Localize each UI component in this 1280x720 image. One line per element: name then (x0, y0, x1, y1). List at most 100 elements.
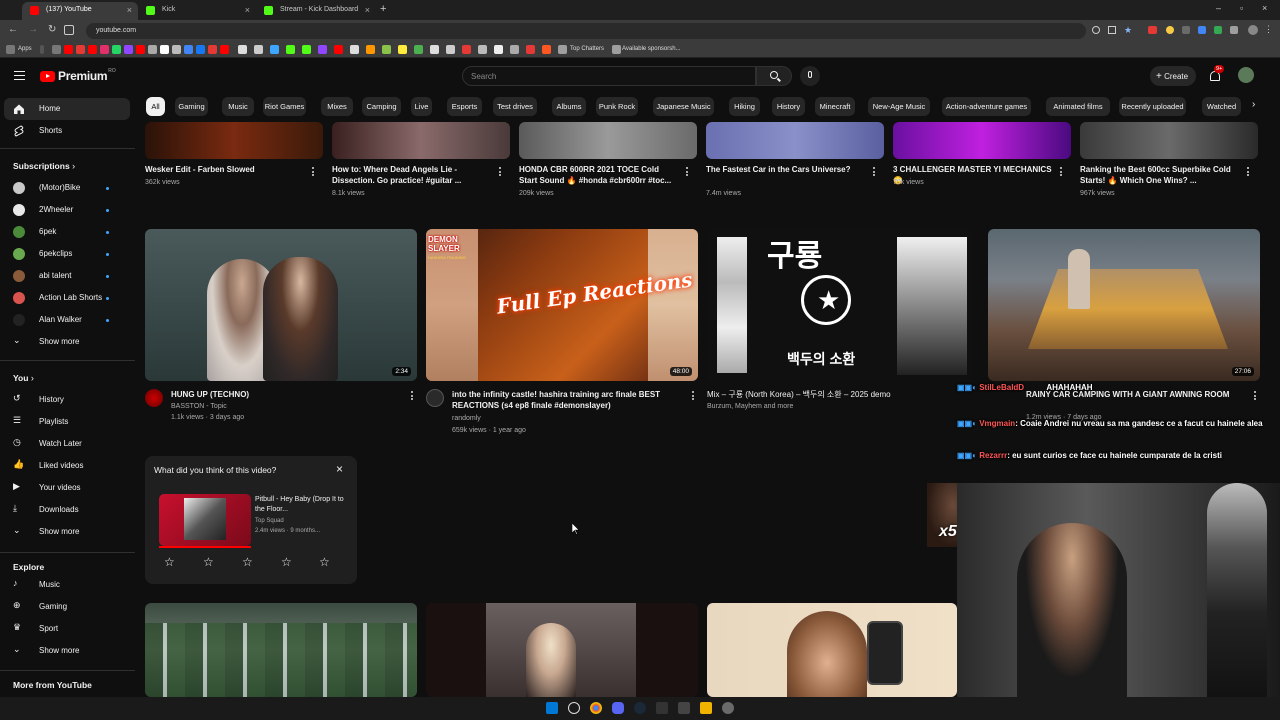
chip-live[interactable]: Live (411, 97, 432, 116)
bookmark-icon[interactable] (542, 45, 551, 54)
chip-recently-uploaded[interactable]: Recently uploaded (1119, 97, 1186, 116)
channel-name[interactable]: Burzum, Mayhem and more (707, 401, 793, 412)
video-thumbnail-demon-slayer[interactable]: DEMON SLAYER HASHIRA TRAINING Full Ep Re… (426, 229, 698, 381)
maximize-icon[interactable]: ▫ (1240, 3, 1243, 13)
video-title[interactable]: Wesker Edit - Farben Slowed (145, 164, 305, 175)
apps-grid-icon[interactable] (6, 45, 15, 54)
app-icon[interactable] (678, 702, 690, 714)
video-title[interactable]: How to: Where Dead Angels Lie - Dissecti… (332, 164, 492, 186)
chip-punk-rock[interactable]: Punk Rock (596, 97, 638, 116)
chips-next-chevron-icon[interactable]: › (1252, 99, 1255, 110)
tab-kick-dashboard[interactable]: Stream - Kick Dashboard × (256, 2, 376, 20)
close-tab-icon[interactable]: × (127, 5, 132, 15)
video-thumbnail-short[interactable] (426, 603, 698, 697)
bookmark-icon[interactable] (382, 45, 391, 54)
bookmark-icon[interactable] (88, 45, 97, 54)
more-options-icon[interactable] (312, 166, 315, 177)
extension-icon[interactable] (1198, 26, 1206, 34)
channel-name[interactable]: randomly (452, 413, 481, 424)
sidebar-item-sport[interactable]: ♛ Sport (0, 618, 135, 640)
bookmark-icon[interactable] (52, 45, 61, 54)
more-options-icon[interactable] (499, 166, 502, 177)
create-button[interactable]: + Create (1150, 66, 1196, 86)
new-tab-icon[interactable]: + (380, 3, 386, 15)
video-thumbnail[interactable] (145, 122, 323, 159)
close-icon[interactable]: × (336, 462, 343, 476)
bookmark-icon[interactable] (254, 45, 263, 54)
extensions-puzzle-icon[interactable] (1230, 26, 1238, 34)
sidebar-item-gaming[interactable]: ⊕ Gaming (0, 596, 135, 618)
close-tab-icon[interactable]: × (365, 5, 370, 15)
facebook-bookmark-icon[interactable] (196, 45, 205, 54)
close-tab-icon[interactable]: × (245, 5, 250, 15)
extension-icon[interactable] (1166, 26, 1174, 34)
bookmark-icon[interactable] (366, 45, 375, 54)
chip-riot-games[interactable]: Riot Games (263, 97, 306, 116)
survey-video-thumbnail[interactable] (159, 494, 251, 546)
windows-start-icon[interactable] (546, 702, 558, 714)
voice-search-button[interactable] (800, 66, 820, 86)
profile-avatar-icon[interactable] (1248, 25, 1258, 35)
more-options-icon[interactable] (692, 390, 695, 401)
video-thumbnail[interactable] (706, 122, 884, 159)
chrome-icon[interactable] (590, 702, 602, 714)
cast-icon[interactable] (1108, 26, 1116, 34)
more-options-icon[interactable] (1247, 166, 1250, 177)
subscription-item[interactable]: Action Lab Shorts (0, 287, 135, 309)
rating-star-3-icon[interactable]: ☆ (242, 555, 253, 569)
video-thumbnail[interactable] (1080, 122, 1258, 159)
chip-action-adventure-games[interactable]: Action-adventure games (942, 97, 1031, 116)
channel-avatar[interactable] (426, 389, 444, 407)
more-options-icon[interactable] (1060, 166, 1063, 177)
video-thumbnail[interactable] (332, 122, 510, 159)
minimize-icon[interactable]: – (1216, 3, 1221, 13)
rating-star-5-icon[interactable]: ☆ (319, 555, 330, 569)
account-avatar[interactable] (1238, 67, 1254, 83)
sidebar-item-your-videos[interactable]: ▶ Your videos (0, 477, 135, 499)
bookmark-icon[interactable] (446, 45, 455, 54)
subscription-item[interactable]: 6pekclips (0, 243, 135, 265)
bookmark-icon[interactable] (462, 45, 471, 54)
sidebar-item-playlists[interactable]: ☰ Playlists (0, 411, 135, 433)
more-options-icon[interactable] (411, 390, 414, 401)
zoom-icon[interactable] (1092, 26, 1100, 34)
apps-bookmark[interactable]: Apps (18, 46, 32, 52)
you-heading[interactable]: You › (13, 373, 34, 383)
bookmark-icon[interactable] (184, 45, 193, 54)
video-title[interactable]: HUNG UP (TECHNO) (171, 389, 396, 400)
chip-camping[interactable]: Camping (362, 97, 401, 116)
subscriptions-heading[interactable]: Subscriptions › (13, 161, 75, 171)
instagram-bookmark-icon[interactable] (100, 45, 109, 54)
tab-youtube[interactable]: (137) YouTube × (22, 2, 138, 20)
forward-icon[interactable]: → (28, 24, 38, 35)
reload-icon[interactable]: ↻ (48, 24, 56, 35)
bookmark-icon[interactable] (526, 45, 535, 54)
star-bookmark-icon[interactable]: ★ (1124, 25, 1132, 36)
whatsapp-bookmark-icon[interactable] (112, 45, 121, 54)
obs-icon[interactable] (722, 702, 734, 714)
search-icon[interactable] (568, 702, 580, 714)
subscription-item[interactable]: abi talent (0, 265, 135, 287)
sidebar-item-downloads[interactable]: ⤓ Downloads (0, 499, 135, 521)
chip-test-drives[interactable]: Test drives (493, 97, 537, 116)
search-button[interactable] (756, 66, 792, 86)
bookmark-icon[interactable] (558, 45, 567, 54)
available-sponsorships-bookmark[interactable]: Available sponsorsh... (622, 46, 681, 52)
video-thumbnail-hung-up[interactable]: 2:34 (145, 229, 417, 381)
channel-name[interactable]: BASSTON - Topic (171, 401, 227, 412)
youtube-bookmark-icon[interactable] (64, 45, 73, 54)
chip-watched[interactable]: Watched (1202, 97, 1241, 116)
rating-star-4-icon[interactable]: ☆ (281, 555, 292, 569)
survey-video-title[interactable]: Pitbull - Hey Baby (Drop It to the Floor… (255, 495, 351, 515)
bookmark-icon[interactable] (414, 45, 423, 54)
chip-music[interactable]: Music (222, 97, 254, 116)
bookmark-icon[interactable] (302, 45, 311, 54)
subscription-item[interactable]: (Motor)Bike (0, 177, 135, 199)
chip-new-age-music[interactable]: New-Age Music (868, 97, 930, 116)
chip-minecraft[interactable]: Minecraft (815, 97, 855, 116)
sidebar-item-music[interactable]: ♪ Music (0, 574, 135, 596)
chip-history[interactable]: History (772, 97, 805, 116)
chip-animated-films[interactable]: Animated films (1046, 97, 1110, 116)
rating-star-1-icon[interactable]: ☆ (164, 555, 175, 569)
video-thumbnail-mix[interactable]: 구룡 ★ 백두의 소환 (707, 229, 971, 381)
